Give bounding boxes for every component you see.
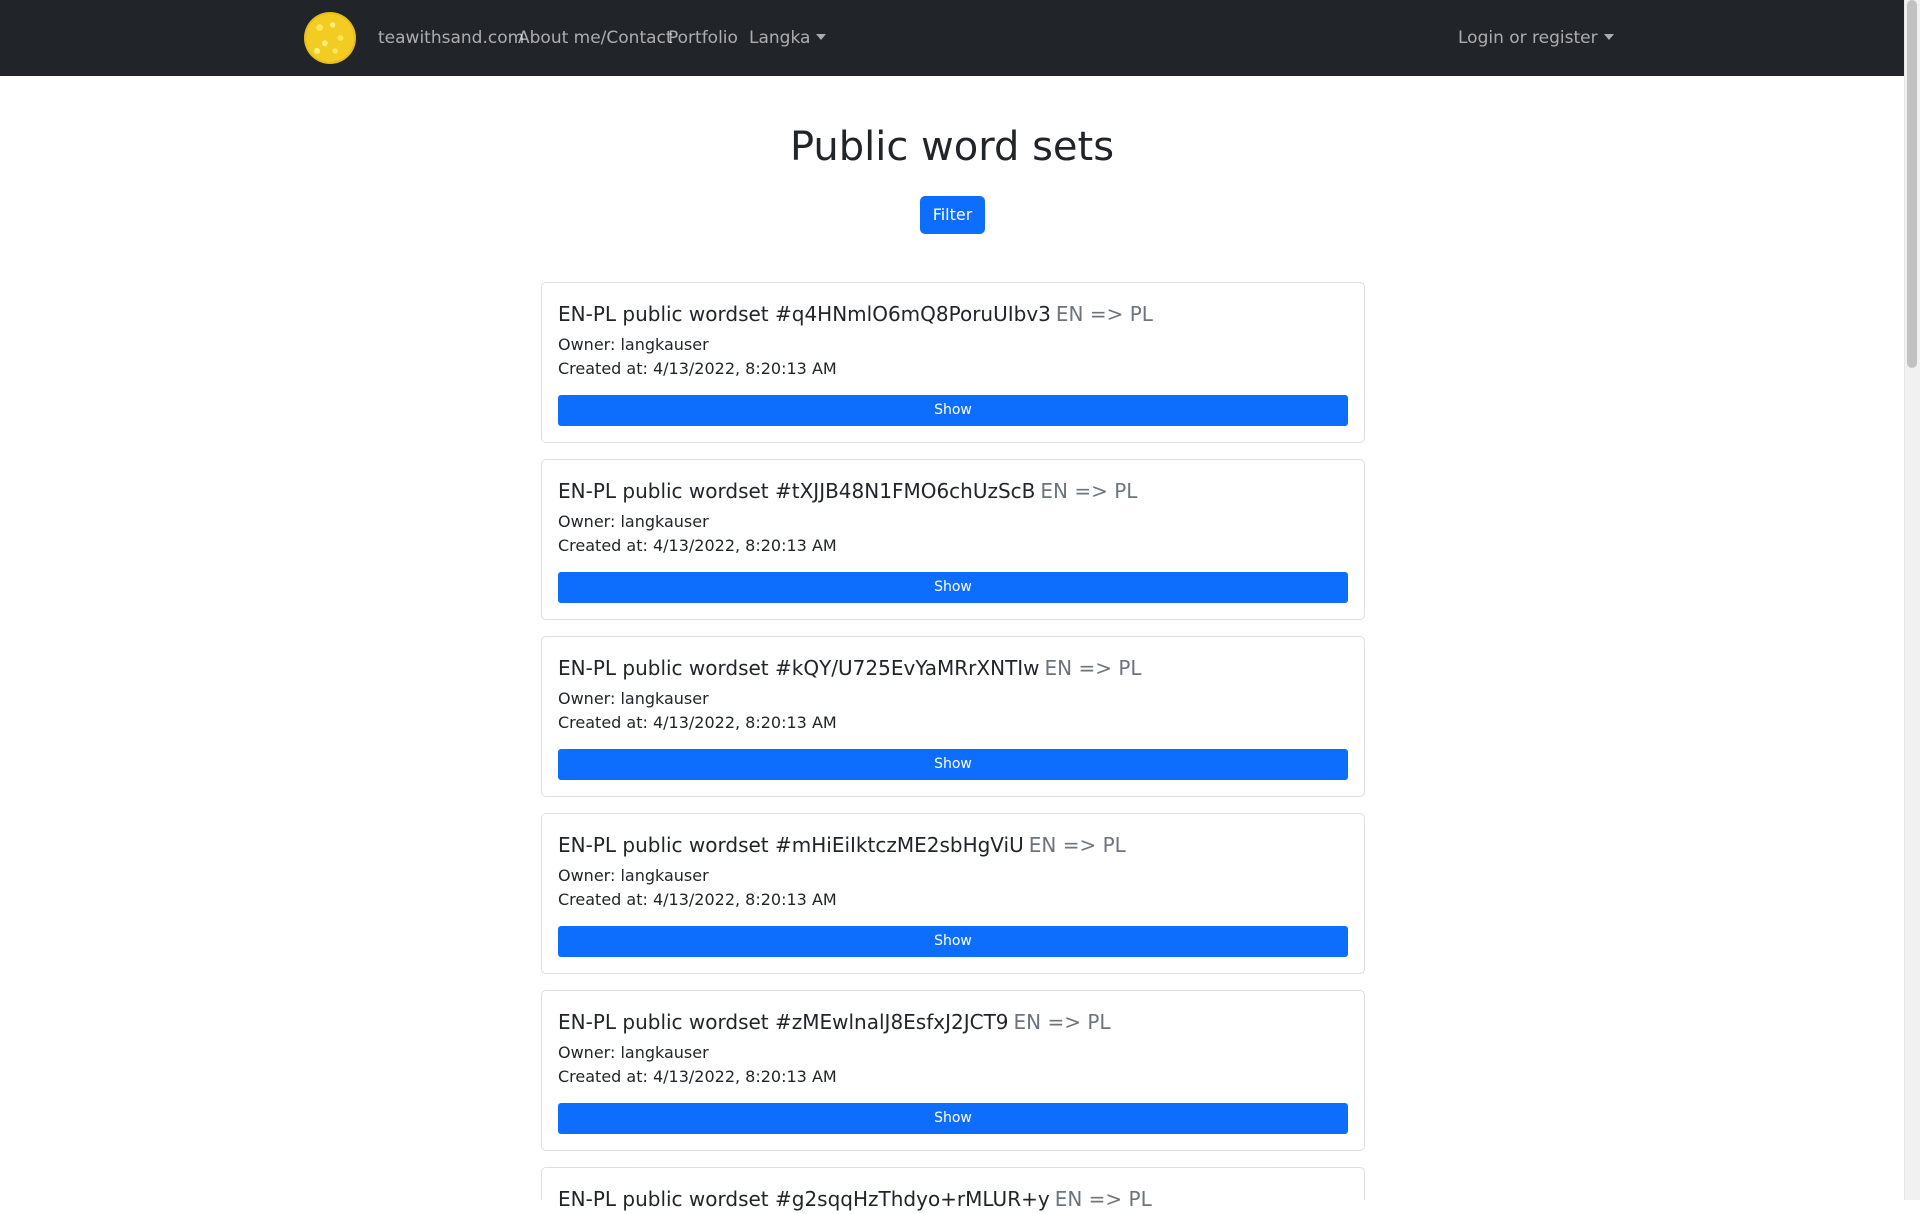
wordset-language-pair: EN => PL <box>1055 302 1153 326</box>
login-register-dropdown[interactable]: Login or register <box>1458 26 1614 50</box>
top-navbar: teawithsand.com About me/Contact Portfol… <box>0 0 1904 76</box>
wordset-created-at: Created at: 4/13/2022, 8:20:13 AM <box>558 1067 837 1086</box>
wordset-created-at: Created at: 4/13/2022, 8:20:13 AM <box>558 713 837 732</box>
show-wordset-button[interactable]: Show <box>558 926 1348 957</box>
wordset-title: EN-PL public wordset #zMEwlnalJ8EsfxJ2JC… <box>558 1007 1111 1037</box>
site-logo-icon[interactable] <box>304 12 356 64</box>
wordset-card: EN-PL public wordset #q4HNmlO6mQ8PoruUIb… <box>541 282 1365 443</box>
wordset-title-text: EN-PL public wordset #zMEwlnalJ8EsfxJ2JC… <box>558 1010 1009 1034</box>
wordset-owner: Owner: langkauser <box>558 335 709 354</box>
wordset-card: EN-PL public wordset #zMEwlnalJ8EsfxJ2JC… <box>541 990 1365 1151</box>
nav-link-about-contact[interactable]: About me/Contact <box>518 26 673 50</box>
wordset-card: EN-PL public wordset #mHiEiIktczME2sbHgV… <box>541 813 1365 974</box>
wordset-created-at: Created at: 4/13/2022, 8:20:13 AM <box>558 890 837 909</box>
show-wordset-button[interactable]: Show <box>558 749 1348 780</box>
wordset-created-at: Created at: 4/13/2022, 8:20:13 AM <box>558 536 837 555</box>
wordset-title-text: EN-PL public wordset #tXJJB48N1FMO6chUzS… <box>558 479 1036 503</box>
wordset-title-text: EN-PL public wordset #q4HNmlO6mQ8PoruUIb… <box>558 302 1051 326</box>
wordset-language-pair: EN => PL <box>1013 1010 1111 1034</box>
wordset-owner: Owner: langkauser <box>558 689 709 708</box>
wordset-owner: Owner: langkauser <box>558 1043 709 1062</box>
show-wordset-button[interactable]: Show <box>558 1103 1348 1134</box>
filter-button[interactable]: Filter <box>920 196 985 234</box>
show-wordset-button[interactable]: Show <box>558 572 1348 603</box>
wordset-title-text: EN-PL public wordset #mHiEiIktczME2sbHgV… <box>558 833 1024 857</box>
wordset-language-pair: EN => PL <box>1044 656 1142 680</box>
wordset-language-pair: EN => PL <box>1054 1187 1152 1211</box>
wordset-card: EN-PL public wordset #tXJJB48N1FMO6chUzS… <box>541 459 1365 620</box>
show-wordset-button[interactable]: Show <box>558 395 1348 426</box>
wordset-language-pair: EN => PL <box>1040 479 1138 503</box>
caret-down-icon <box>816 34 827 40</box>
wordset-language-pair: EN => PL <box>1028 833 1126 857</box>
wordset-title-text: EN-PL public wordset #kQY/U725EvYaMRrXNT… <box>558 656 1040 680</box>
wordset-card: EN-PL public wordset #kQY/U725EvYaMRrXNT… <box>541 636 1365 797</box>
caret-down-icon <box>1603 34 1614 40</box>
wordset-title: EN-PL public wordset #g2sqqHzThdyo+rMLUR… <box>558 1184 1152 1214</box>
nav-dropdown-langka-label: Langka <box>749 28 811 48</box>
nav-dropdown-langka[interactable]: Langka <box>749 26 827 50</box>
wordset-card: EN-PL public wordset #g2sqqHzThdyo+rMLUR… <box>541 1167 1365 1211</box>
wordset-title: EN-PL public wordset #kQY/U725EvYaMRrXNT… <box>558 653 1142 683</box>
page-title: Public word sets <box>789 124 1115 170</box>
wordset-created-at: Created at: 4/13/2022, 8:20:13 AM <box>558 359 837 378</box>
wordset-owner: Owner: langkauser <box>558 866 709 885</box>
wordset-title: EN-PL public wordset #mHiEiIktczME2sbHgV… <box>558 830 1126 860</box>
wordset-title: EN-PL public wordset #tXJJB48N1FMO6chUzS… <box>558 476 1137 506</box>
wordset-owner: Owner: langkauser <box>558 512 709 531</box>
page-scrollbar-thumb[interactable] <box>1907 0 1917 368</box>
nav-link-portfolio[interactable]: Portfolio <box>668 26 738 50</box>
wordset-title-text: EN-PL public wordset #g2sqqHzThdyo+rMLUR… <box>558 1187 1050 1211</box>
wordset-title: EN-PL public wordset #q4HNmlO6mQ8PoruUIb… <box>558 299 1153 329</box>
nav-link-home[interactable]: teawithsand.com <box>378 26 524 50</box>
login-register-label: Login or register <box>1458 28 1598 48</box>
